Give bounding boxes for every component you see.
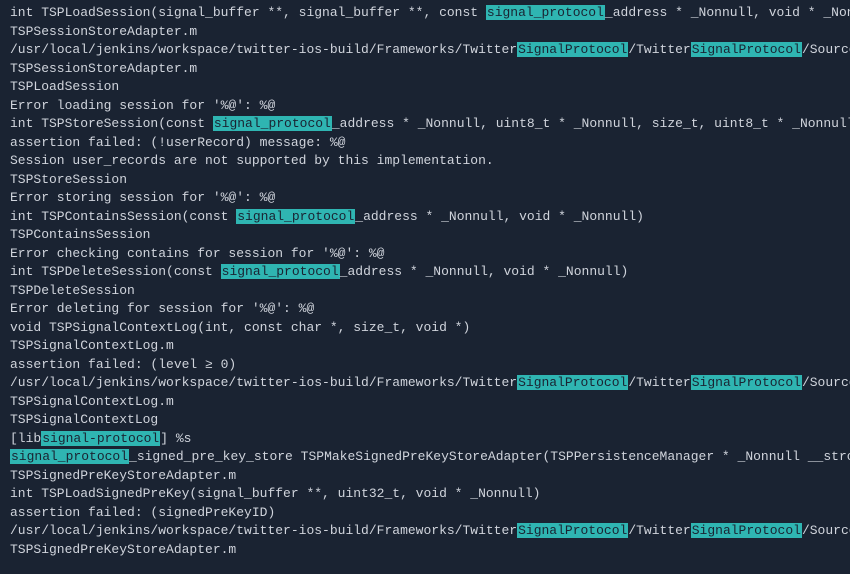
search-highlight: SignalProtocol [517,523,628,538]
output-line: assertion failed: (level ≥ 0) [10,356,840,375]
search-highlight: signal_protocol [213,116,332,131]
search-highlight: SignalProtocol [691,42,802,57]
output-line: Error loading session for '%@': %@ [10,97,840,116]
search-highlight: SignalProtocol [517,375,628,390]
output-line: Error checking contains for session for … [10,245,840,264]
search-highlight: signal_protocol [486,5,605,20]
output-line: TSPSessionStoreAdapter.m [10,60,840,79]
output-line: TSPSignalContextLog.m [10,393,840,412]
output-line: Session user_records are not supported b… [10,152,840,171]
output-line: int TSPStoreSession(const signal_protoco… [10,115,840,134]
output-line: TSPStoreSession [10,171,840,190]
output-line: [libsignal-protocol] %s [10,430,840,449]
output-line: Error storing session for '%@': %@ [10,189,840,208]
output-line: int TSPLoadSession(signal_buffer **, sig… [10,4,840,23]
output-line: assertion failed: (!userRecord) message:… [10,134,840,153]
output-line: TSPSignedPreKeyStoreAdapter.m [10,467,840,486]
output-line: TSPSignalContextLog [10,411,840,430]
search-highlight: SignalProtocol [517,42,628,57]
output-line: TSPContainsSession [10,226,840,245]
search-highlight: signal-protocol [41,431,160,446]
output-line: int TSPLoadSignedPreKey(signal_buffer **… [10,485,840,504]
search-highlight: signal_protocol [221,264,340,279]
output-line: TSPSessionStoreAdapter.m [10,23,840,42]
search-highlight: SignalProtocol [691,375,802,390]
output-line: /usr/local/jenkins/workspace/twitter-ios… [10,41,840,60]
search-highlight: SignalProtocol [691,523,802,538]
output-line: signal_protocol_signed_pre_key_store TSP… [10,448,840,467]
search-highlight: signal_protocol [236,209,355,224]
terminal-output[interactable]: int TSPLoadSession(signal_buffer **, sig… [10,4,840,559]
search-highlight: signal_protocol [10,449,129,464]
output-line: TSPSignalContextLog.m [10,337,840,356]
output-line: TSPLoadSession [10,78,840,97]
output-line: int TSPDeleteSession(const signal_protoc… [10,263,840,282]
output-line: /usr/local/jenkins/workspace/twitter-ios… [10,374,840,393]
output-line: /usr/local/jenkins/workspace/twitter-ios… [10,522,840,541]
output-line: assertion failed: (signedPreKeyID) [10,504,840,523]
output-line: void TSPSignalContextLog(int, const char… [10,319,840,338]
output-line: TSPDeleteSession [10,282,840,301]
output-line: Error deleting for session for '%@': %@ [10,300,840,319]
output-line: int TSPContainsSession(const signal_prot… [10,208,840,227]
output-line: TSPSignedPreKeyStoreAdapter.m [10,541,840,560]
